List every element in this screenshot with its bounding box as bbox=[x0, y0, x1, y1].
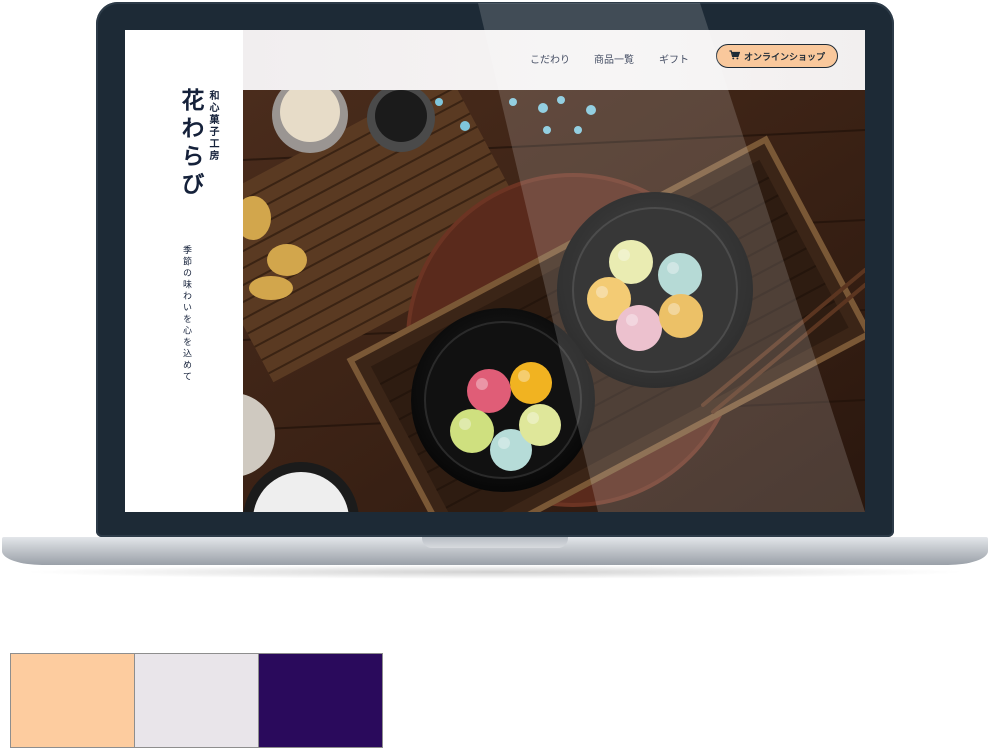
brand-logo-title[interactable]: 花わらび bbox=[173, 88, 207, 200]
shopping-cart-icon bbox=[729, 49, 741, 63]
site-header: こだわり 商品一覧 ギフト オンラインショップ bbox=[243, 30, 865, 90]
laptop-screen: 花わらび 和心菓子工房 季節の味わいを心を込めて こだわり 商品一覧 ギフト オ… bbox=[125, 30, 865, 512]
swatch-deep-purple bbox=[258, 653, 383, 748]
laptop-notch bbox=[422, 537, 568, 548]
brand-tagline: 季節の味わいを心を込めて bbox=[181, 245, 191, 383]
online-shop-button[interactable]: オンラインショップ bbox=[716, 44, 838, 68]
nav-link-products[interactable]: 商品一覧 bbox=[594, 51, 634, 66]
hero-image bbox=[243, 90, 865, 512]
online-shop-label: オンラインショップ bbox=[743, 52, 825, 63]
brand-subtitle: 和心菓子工房 bbox=[207, 90, 218, 162]
laptop-shadow bbox=[20, 565, 970, 579]
brand-sidebar: 花わらび 和心菓子工房 季節の味わいを心を込めて bbox=[125, 30, 243, 512]
nav-link-gift[interactable]: ギフト bbox=[659, 51, 689, 66]
swatch-lavender-gray bbox=[134, 653, 259, 748]
swatch-peach bbox=[10, 653, 135, 748]
nav-link-kodawari[interactable]: こだわり bbox=[530, 51, 570, 66]
